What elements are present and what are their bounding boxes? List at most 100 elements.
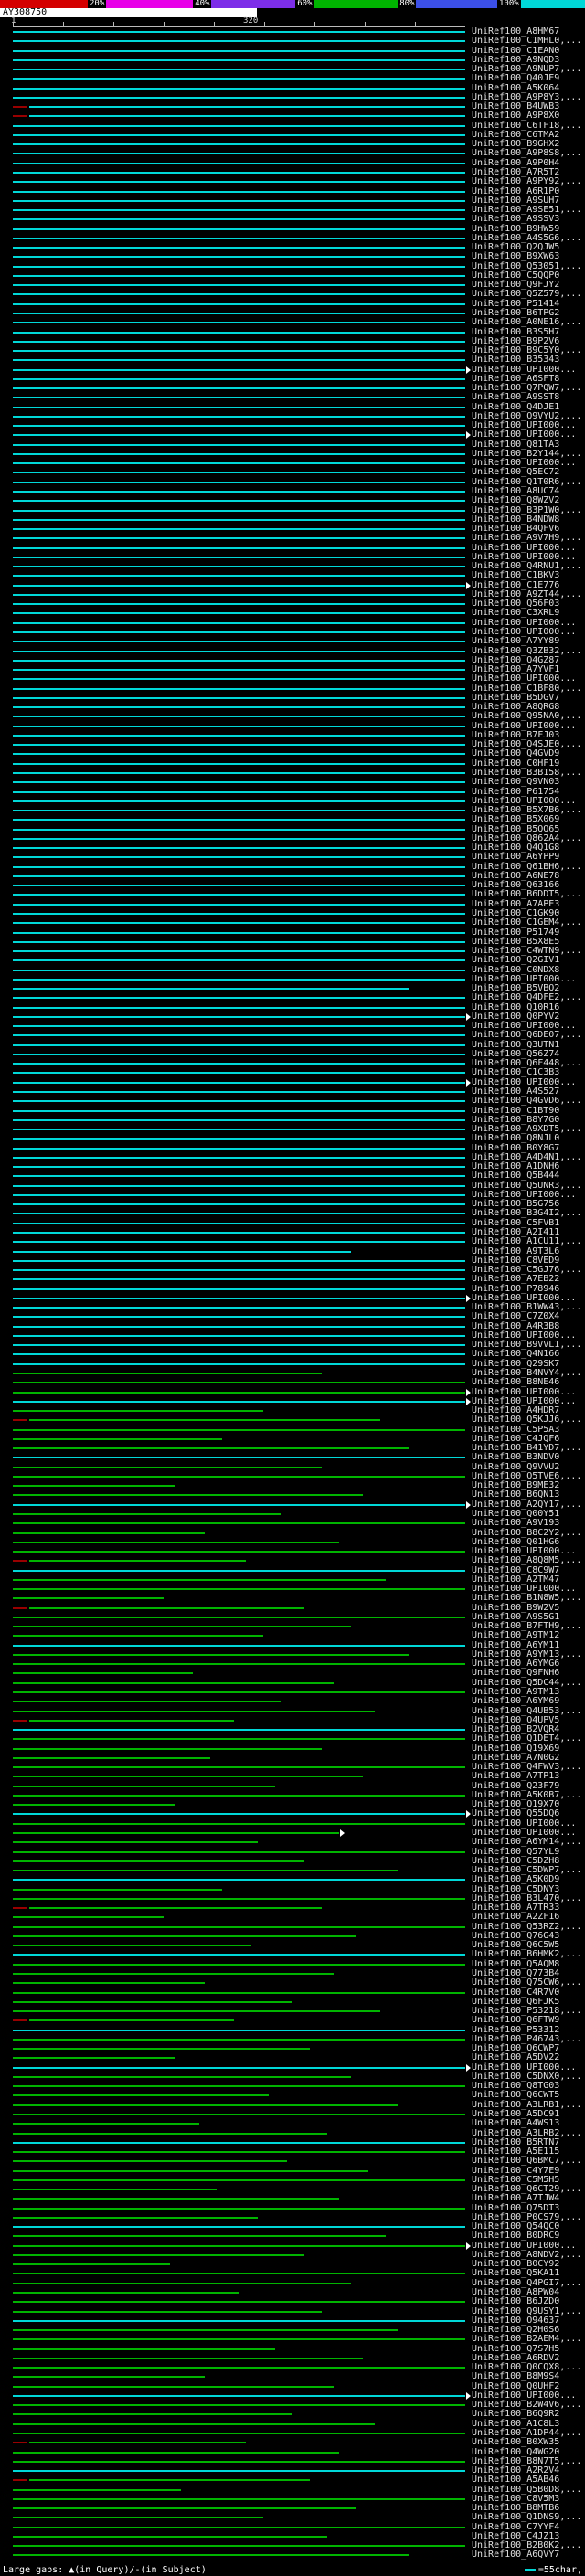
alignment-bar[interactable] — [13, 1616, 465, 1618]
alignment-bar[interactable] — [13, 124, 465, 127]
alignment-bar[interactable] — [13, 997, 465, 1000]
alignment-bar[interactable] — [13, 988, 410, 991]
alignment-bar[interactable] — [13, 1485, 176, 1488]
alignment-bar[interactable] — [13, 1522, 465, 1525]
alignment-bar[interactable] — [13, 31, 465, 33]
alignment-bar[interactable] — [13, 2385, 334, 2388]
alignment-bar[interactable] — [13, 2066, 465, 2069]
alignment-bar[interactable] — [13, 1118, 465, 1121]
alignment-bar[interactable] — [13, 978, 465, 981]
alignment-bar[interactable] — [13, 1578, 387, 1581]
alignment-bar[interactable] — [13, 1222, 465, 1224]
alignment-bar[interactable] — [13, 1954, 465, 1956]
alignment-bar[interactable] — [13, 1897, 465, 1900]
alignment-bar[interactable] — [13, 2413, 292, 2416]
alignment-bar[interactable] — [13, 1907, 27, 1910]
alignment-bar[interactable] — [13, 2460, 465, 2463]
alignment-bar[interactable] — [13, 1813, 465, 1816]
alignment-bar[interactable] — [13, 1193, 465, 1196]
alignment-bar[interactable] — [13, 171, 465, 174]
alignment-bar[interactable] — [13, 1756, 211, 1759]
alignment-bar[interactable] — [13, 509, 465, 512]
alignment-bar[interactable] — [13, 566, 465, 568]
alignment-bar[interactable] — [13, 2029, 465, 2031]
alignment-bar[interactable] — [13, 2497, 465, 2500]
alignment-bar[interactable] — [13, 1316, 465, 1319]
alignment-bar[interactable] — [13, 284, 465, 287]
alignment-bar[interactable] — [13, 1822, 465, 1825]
alignment-bar[interactable] — [13, 2357, 363, 2359]
alignment-bar[interactable] — [13, 1297, 465, 1299]
alignment-bar[interactable] — [13, 1353, 465, 1356]
alignment-bar[interactable] — [13, 247, 465, 249]
alignment-bar[interactable] — [13, 87, 465, 90]
alignment-bar[interactable] — [29, 1719, 234, 1722]
alignment-bar[interactable] — [13, 744, 465, 747]
alignment-bar[interactable] — [13, 2479, 27, 2482]
alignment-bar[interactable] — [13, 2526, 465, 2528]
alignment-bar[interactable] — [13, 1410, 263, 1413]
alignment-bar[interactable] — [13, 1091, 465, 1094]
alignment-bar[interactable] — [13, 209, 465, 212]
alignment-bar[interactable] — [13, 1100, 465, 1103]
alignment-bar[interactable] — [13, 1850, 465, 1853]
alignment-bar[interactable] — [13, 781, 465, 784]
alignment-bar[interactable] — [13, 669, 465, 672]
alignment-bar[interactable] — [13, 218, 465, 221]
alignment-bar[interactable] — [13, 406, 465, 408]
alignment-bar[interactable] — [13, 762, 465, 765]
alignment-bar[interactable] — [13, 856, 465, 859]
alignment-bar[interactable] — [29, 106, 465, 109]
alignment-bar[interactable] — [13, 2554, 410, 2557]
alignment-bar[interactable] — [13, 2169, 369, 2172]
alignment-bar[interactable] — [13, 1597, 165, 1600]
alignment-bar[interactable] — [13, 959, 465, 962]
alignment-bar[interactable] — [13, 199, 465, 202]
alignment-bar[interactable] — [13, 1382, 465, 1384]
alignment-bar[interactable] — [13, 2000, 292, 2003]
alignment-bar[interactable] — [13, 40, 465, 43]
alignment-bar[interactable] — [13, 2329, 399, 2332]
alignment-bar[interactable] — [13, 950, 465, 953]
alignment-bar[interactable] — [13, 425, 465, 428]
alignment-bar[interactable] — [13, 546, 465, 549]
alignment-bar[interactable] — [13, 1503, 465, 1506]
alignment-bar[interactable] — [13, 1006, 465, 1009]
alignment-bar[interactable] — [13, 1025, 465, 1028]
alignment-bar[interactable] — [13, 696, 465, 699]
alignment-bar[interactable] — [13, 1635, 263, 1638]
alignment-bar[interactable] — [13, 153, 465, 155]
alignment-bar[interactable] — [13, 181, 465, 184]
alignment-bar[interactable] — [13, 556, 465, 558]
alignment-bar[interactable] — [13, 143, 465, 146]
alignment-bar[interactable] — [13, 1729, 465, 1732]
alignment-bar[interactable] — [13, 828, 465, 831]
alignment-bar[interactable] — [13, 810, 465, 812]
alignment-bar[interactable] — [13, 190, 465, 193]
alignment-bar[interactable] — [13, 1982, 205, 1985]
alignment-bar[interactable] — [13, 1569, 465, 1572]
alignment-bar[interactable] — [13, 1391, 465, 1394]
alignment-bar[interactable] — [13, 49, 465, 52]
alignment-bar[interactable] — [13, 1428, 465, 1431]
alignment-bar[interactable] — [13, 2160, 287, 2163]
alignment-bar[interactable] — [13, 894, 465, 896]
alignment-bar[interactable] — [13, 2104, 399, 2106]
alignment-bar[interactable] — [13, 2348, 275, 2350]
alignment-bar[interactable] — [13, 1344, 465, 1347]
alignment-bar[interactable] — [13, 1400, 465, 1403]
alignment-bar[interactable] — [13, 650, 465, 652]
alignment-bar[interactable] — [13, 1288, 465, 1290]
alignment-bar[interactable] — [13, 575, 465, 578]
alignment-bar[interactable] — [13, 1747, 322, 1750]
alignment-bar[interactable] — [13, 312, 465, 314]
alignment-bar[interactable] — [13, 922, 465, 925]
alignment-bar[interactable] — [13, 612, 465, 615]
alignment-bar[interactable] — [13, 584, 465, 587]
alignment-bar[interactable] — [13, 322, 465, 324]
alignment-bar[interactable] — [13, 1053, 465, 1055]
alignment-bar[interactable] — [13, 1034, 465, 1037]
alignment-bar[interactable] — [13, 1166, 465, 1169]
alignment-bar[interactable] — [13, 678, 465, 681]
alignment-bar[interactable] — [13, 1419, 27, 1422]
